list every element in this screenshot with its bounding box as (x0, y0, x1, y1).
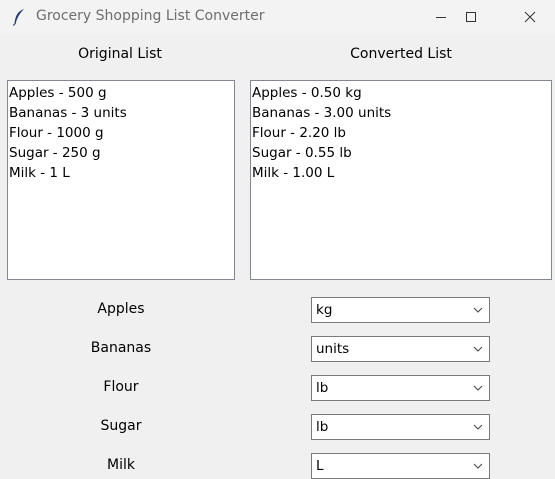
converted-list-item[interactable]: Sugar - 0.55 lb (252, 143, 551, 163)
unit-label-apples: Apples (97, 301, 145, 317)
unit-select-flour[interactable]: lb (311, 375, 490, 401)
maximize-icon (466, 12, 476, 22)
feather-icon (13, 9, 24, 26)
original-list-item[interactable]: Bananas - 3 units (9, 103, 234, 123)
original-list-header: Original List (78, 46, 162, 62)
unit-select-apples[interactable]: kg (311, 297, 490, 323)
original-list-item[interactable]: Apples - 500 g (9, 83, 234, 103)
close-button[interactable] (507, 0, 553, 34)
chevron-down-icon (473, 307, 483, 313)
chevron-down-icon (473, 385, 483, 391)
unit-select-value: units (316, 341, 350, 357)
unit-select-milk[interactable]: L (311, 453, 490, 479)
unit-select-value: kg (316, 302, 333, 318)
converted-list-item[interactable]: Bananas - 3.00 units (252, 103, 551, 123)
original-list-item[interactable]: Milk - 1 L (9, 163, 234, 183)
converted-list-item[interactable]: Milk - 1.00 L (252, 163, 551, 183)
converted-list-item[interactable]: Flour - 2.20 lb (252, 123, 551, 143)
close-icon (524, 11, 536, 23)
unit-label-flour: Flour (103, 379, 139, 395)
chevron-down-icon (473, 346, 483, 352)
unit-label-milk: Milk (107, 457, 135, 473)
converted-list-item[interactable]: Apples - 0.50 kg (252, 83, 551, 103)
unit-select-value: L (316, 458, 324, 474)
chevron-down-icon (473, 463, 483, 469)
unit-select-sugar[interactable]: lb (311, 414, 490, 440)
unit-select-value: lb (316, 380, 329, 396)
unit-select-bananas[interactable]: units (311, 336, 490, 362)
unit-label-bananas: Bananas (90, 340, 152, 356)
original-list-item[interactable]: Sugar - 250 g (9, 143, 234, 163)
title-bar: Grocery Shopping List Converter (0, 0, 555, 34)
chevron-down-icon (473, 424, 483, 430)
converted-list-box[interactable]: Apples - 0.50 kg Bananas - 3.00 units Fl… (250, 80, 552, 280)
window-title: Grocery Shopping List Converter (36, 8, 265, 24)
maximize-button[interactable] (448, 0, 494, 34)
minimize-icon (436, 17, 446, 18)
unit-select-value: lb (316, 419, 329, 435)
converted-list-header: Converted List (350, 46, 452, 62)
original-list-item[interactable]: Flour - 1000 g (9, 123, 234, 143)
original-list-box[interactable]: Apples - 500 g Bananas - 3 units Flour -… (7, 80, 235, 280)
unit-label-sugar: Sugar (100, 418, 142, 434)
